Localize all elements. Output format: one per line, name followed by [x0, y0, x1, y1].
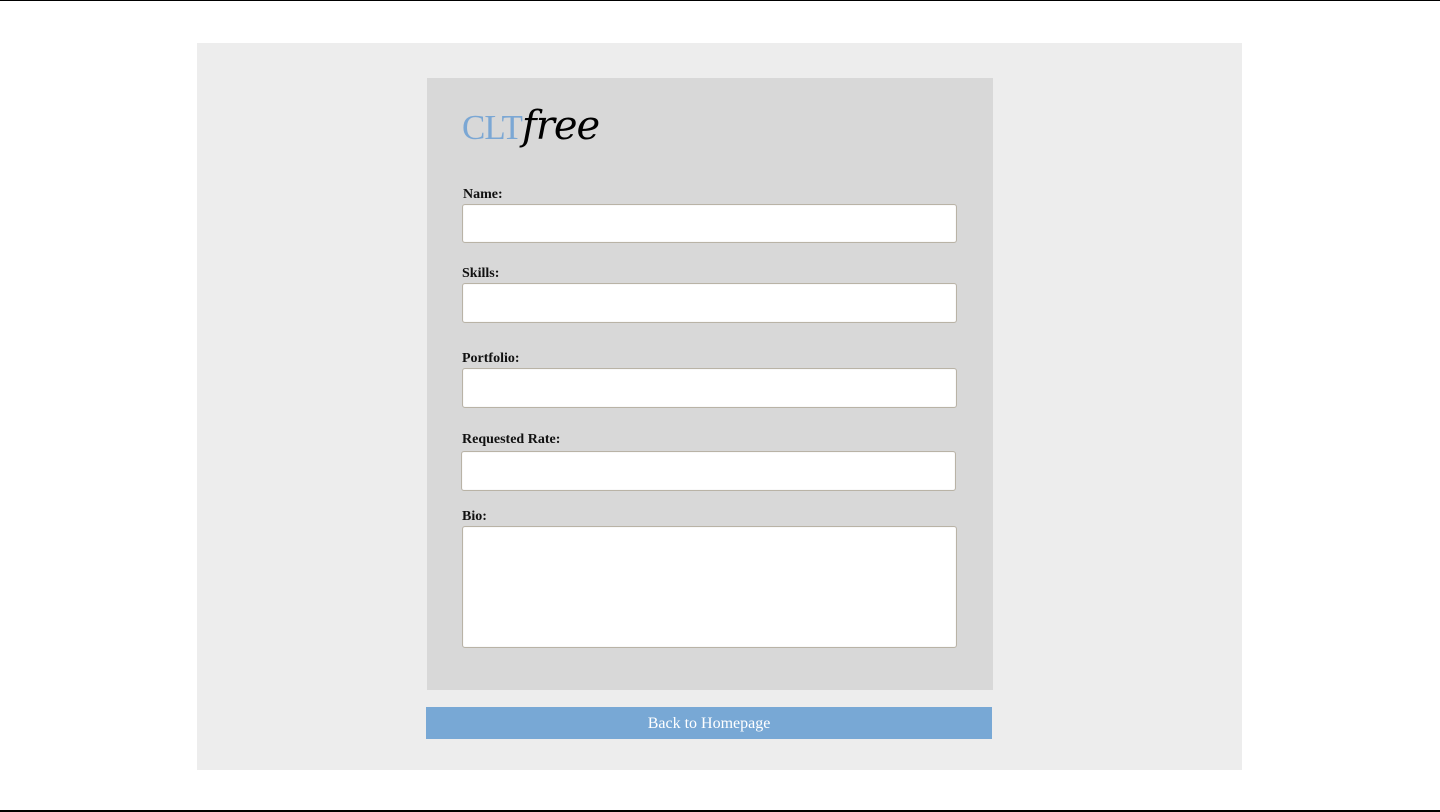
back-to-homepage-button[interactable]: Back to Homepage — [426, 707, 992, 739]
skills-label: Skills: — [462, 266, 500, 281]
name-input[interactable] — [462, 204, 957, 243]
requested-rate-input[interactable] — [461, 451, 956, 491]
bio-textarea[interactable] — [462, 526, 957, 648]
logo-free-text: free — [521, 103, 600, 149]
clt-free-logo: CLTfree — [462, 103, 600, 163]
portfolio-input[interactable] — [462, 368, 957, 408]
skills-input[interactable] — [462, 283, 957, 323]
name-label: Name: — [463, 187, 503, 202]
requested-rate-label: Requested Rate: — [462, 432, 561, 447]
logo-clt-text: CLT — [462, 108, 523, 147]
portfolio-label: Portfolio: — [462, 351, 520, 366]
top-divider — [0, 0, 1440, 1]
bio-label: Bio: — [462, 509, 487, 524]
